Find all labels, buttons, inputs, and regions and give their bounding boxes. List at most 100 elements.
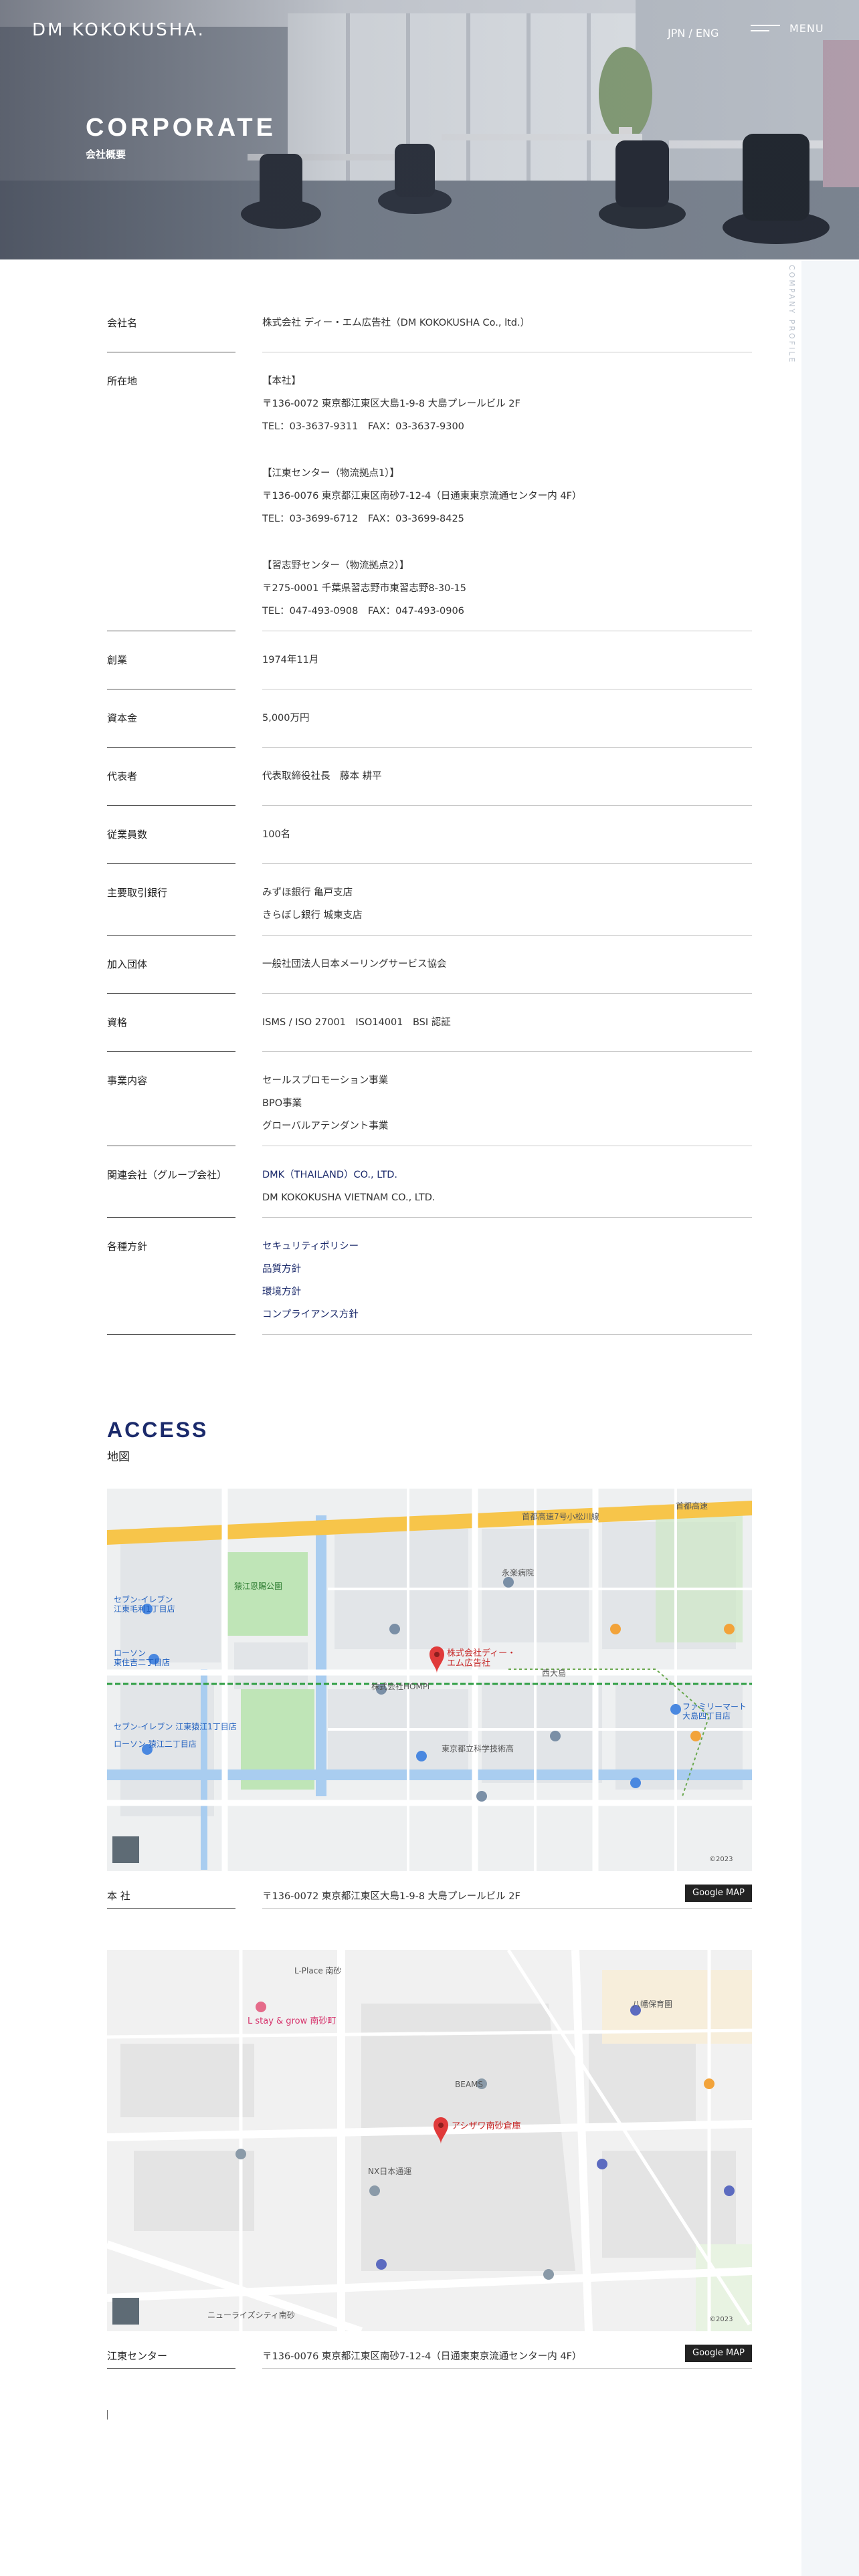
koto-address: 〒136-0076 東京都江東区南砂7-12-4（日通東東京流通センター内 4F… [262, 491, 582, 502]
narashino-address: 〒275-0001 千葉県習志野市東習志野8-30-15 [262, 583, 467, 594]
access-subtitle: 地図 [107, 1451, 130, 1464]
location-label: 江東センター [107, 2349, 235, 2369]
location-address: 〒136-0076 東京都江東区南砂7-12-4（日通東東京流通センター内 4F… [262, 2349, 752, 2369]
profile-row-company-name: 会社名 株式会社 ディー・エム広告社（DM KOKOKUSHA Co., ltd… [107, 294, 752, 352]
svg-text:猿江恩賜公園: 猿江恩賜公園 [234, 1581, 282, 1591]
employees-value: 100名 [262, 829, 291, 840]
google-map-button[interactable]: Google MAP [685, 2345, 752, 2362]
profile-row-policies: 各種方針 セキュリティポリシー 品質方針 環境方針 コンプライアンス方針 [107, 1218, 752, 1335]
row-label: 所在地 [107, 370, 235, 631]
row-label: 事業内容 [107, 1069, 235, 1146]
language-switch[interactable]: JPN / ENG [668, 27, 719, 39]
row-label: 資本金 [107, 707, 235, 748]
map-headquarters[interactable]: 首都高速7号小松川線 首都高速 猿江恩賜公園 セブン-イレブン 江東毛利1丁目店… [107, 1489, 752, 1871]
svg-text:©2023: ©2023 [709, 2316, 733, 2323]
profile-row-location: 所在地 【本社】 〒136-0072 東京都江東区大島1-9-8 大島プレールビ… [107, 352, 752, 631]
svg-text:エム広告社: エム広告社 [447, 1658, 490, 1669]
hq-title: 【本社】 [262, 376, 301, 387]
row-value: セールスプロモーション事業 BPO事業 グローバルアテンダント事業 [262, 1069, 752, 1146]
policy-link-compliance[interactable]: コンプライアンス方針 [262, 1303, 752, 1326]
hq-address: 〒136-0072 東京都江東区大島1-9-8 大島プレールビル 2F [262, 399, 520, 409]
side-label: COMPANY PROFILE [787, 265, 796, 364]
svg-text:アシザワ南砂倉庫: アシザワ南砂倉庫 [452, 2121, 520, 2131]
koto-tel: TEL：03-3699-6712 FAX：03-3699-8425 [262, 514, 464, 524]
row-value: セキュリティポリシー 品質方針 環境方針 コンプライアンス方針 [262, 1235, 752, 1335]
representative-value: 代表取締役社長 藤本 耕平 [262, 771, 382, 782]
group-link-thailand[interactable]: DMK（THAILAND）CO., LTD. [262, 1164, 752, 1186]
row-value: 100名 [262, 823, 752, 864]
profile-row-certification: 資格 ISMS / ISO 27001 ISO14001 BSI 認証 [107, 994, 752, 1052]
profile-row-representative: 代表者 代表取締役社長 藤本 耕平 [107, 748, 752, 806]
capital-value: 5,000万円 [262, 713, 310, 724]
row-value: 5,000万円 [262, 707, 752, 748]
svg-text:東京都立科学技術高: 東京都立科学技術高 [442, 1743, 514, 1753]
row-label: 会社名 [107, 312, 235, 352]
svg-text:大島四丁目店: 大島四丁目店 [682, 1711, 731, 1721]
row-value: みずほ銀行 亀戸支店 きらぼし銀行 城東支店 [262, 881, 752, 936]
row-label: 主要取引銀行 [107, 881, 235, 936]
certification-value: ISMS / ISO 27001 ISO14001 BSI 認証 [262, 1017, 451, 1028]
row-value: 1974年11月 [262, 649, 752, 689]
svg-text:ニューライズシティ南砂: ニューライズシティ南砂 [207, 2310, 295, 2320]
svg-text:セブン-イレブン 江東猿江1丁目店: セブン-イレブン 江東猿江1丁目店 [114, 1721, 237, 1731]
policy-link-environment[interactable]: 環境方針 [262, 1281, 752, 1303]
row-label: 従業員数 [107, 823, 235, 864]
bank-item: きらぼし銀行 城東支店 [262, 910, 363, 921]
row-value: 株式会社 ディー・エム広告社（DM KOKOKUSHA Co., ltd.） [262, 312, 752, 352]
svg-text:BEAMS: BEAMS [455, 2080, 483, 2089]
google-map-button[interactable]: Google MAP [685, 1885, 752, 1902]
row-value: DMK（THAILAND）CO., LTD. DM KOKOKUSHA VIET… [262, 1164, 752, 1218]
site-logo[interactable]: DM KOKOKUSHA. [32, 20, 205, 40]
svg-text:永楽病院: 永楽病院 [502, 1568, 534, 1578]
map-canvas[interactable]: 首都高速7号小松川線 首都高速 猿江恩賜公園 セブン-イレブン 江東毛利1丁目店… [107, 1489, 752, 1871]
row-value: 代表取締役社長 藤本 耕平 [262, 765, 752, 806]
map-thumbnail [112, 1836, 139, 1863]
menu-button[interactable]: MENU [751, 19, 824, 37]
association-value: 一般社団法人日本メーリングサービス協会 [262, 959, 447, 970]
svg-text:東住吉二丁目店: 東住吉二丁目店 [114, 1658, 170, 1667]
hq-tel: TEL：03-3637-9311 FAX：03-3637-9300 [262, 421, 464, 432]
founded-value: 1974年11月 [262, 655, 319, 665]
business-item: セールスプロモーション事業 [262, 1075, 389, 1086]
policy-link-quality[interactable]: 品質方針 [262, 1258, 752, 1281]
hamburger-icon [751, 23, 780, 33]
svg-text:八幡保育園: 八幡保育園 [632, 1999, 672, 2009]
row-label: 加入団体 [107, 953, 235, 994]
svg-text:江東毛利1丁目店: 江東毛利1丁目店 [114, 1604, 175, 1614]
svg-text:株式会社ディー・: 株式会社ディー・ [447, 1648, 516, 1658]
menu-label: MENU [789, 21, 824, 35]
map-label-highway: 首都高速7号小松川線 [522, 1511, 599, 1521]
location-row-koto-center: 江東センター 〒136-0076 東京都江東区南砂7-12-4（日通東東京流通セ… [107, 2343, 752, 2370]
map-thumbnail [112, 2298, 139, 2325]
profile-row-employees: 従業員数 100名 [107, 806, 752, 864]
location-address: 〒136-0072 東京都江東区大島1-9-8 大島プレールビル 2F [262, 1889, 752, 1909]
row-label: 関連会社（グループ会社） [107, 1164, 235, 1218]
koto-title: 【江東センター（物流拠点1）】 [262, 468, 399, 479]
business-item: BPO事業 [262, 1098, 302, 1109]
company-profile-table: 会社名 株式会社 ディー・エム広告社（DM KOKOKUSHA Co., ltd… [107, 294, 752, 1335]
row-label: 資格 [107, 1011, 235, 1052]
profile-row-association: 加入団体 一般社団法人日本メーリングサービス協会 [107, 936, 752, 994]
row-value: ISMS / ISO 27001 ISO14001 BSI 認証 [262, 1011, 752, 1052]
profile-row-founded: 創業 1974年11月 [107, 631, 752, 689]
svg-text:西大島: 西大島 [542, 1668, 566, 1678]
row-value: 【本社】 〒136-0072 東京都江東区大島1-9-8 大島プレールビル 2F… [262, 370, 752, 631]
svg-text:L stay & grow 南砂町: L stay & grow 南砂町 [248, 2016, 336, 2026]
policy-link-security[interactable]: セキュリティポリシー [262, 1235, 752, 1258]
business-item: グローバルアテンダント事業 [262, 1121, 389, 1132]
profile-row-banks: 主要取引銀行 みずほ銀行 亀戸支店 きらぼし銀行 城東支店 [107, 864, 752, 936]
svg-text:©2023: ©2023 [709, 1856, 733, 1863]
svg-text:L-Place 南砂: L-Place 南砂 [294, 1965, 342, 1975]
svg-text:セブン-イレブン: セブン-イレブン [114, 1594, 173, 1604]
page-subtitle: 会社概要 [86, 148, 126, 160]
profile-row-business: 事業内容 セールスプロモーション事業 BPO事業 グローバルアテンダント事業 [107, 1052, 752, 1146]
location-label: 本 社 [107, 1889, 235, 1909]
map-koto-center[interactable]: L stay & grow 南砂町 アシザワ南砂倉庫 BEAMS NX日本通運 … [107, 1950, 752, 2331]
bank-item: みずほ銀行 亀戸支店 [262, 887, 353, 898]
row-label: 代表者 [107, 765, 235, 806]
svg-text:ローソン 猿江二丁目店: ローソン 猿江二丁目店 [114, 1739, 197, 1749]
side-decoration [801, 261, 859, 2576]
page-title: CORPORATE [86, 114, 276, 142]
map-canvas[interactable]: L stay & grow 南砂町 アシザワ南砂倉庫 BEAMS NX日本通運 … [107, 1950, 752, 2331]
group-vietnam: DM KOKOKUSHA VIETNAM CO., LTD. [262, 1192, 436, 1203]
